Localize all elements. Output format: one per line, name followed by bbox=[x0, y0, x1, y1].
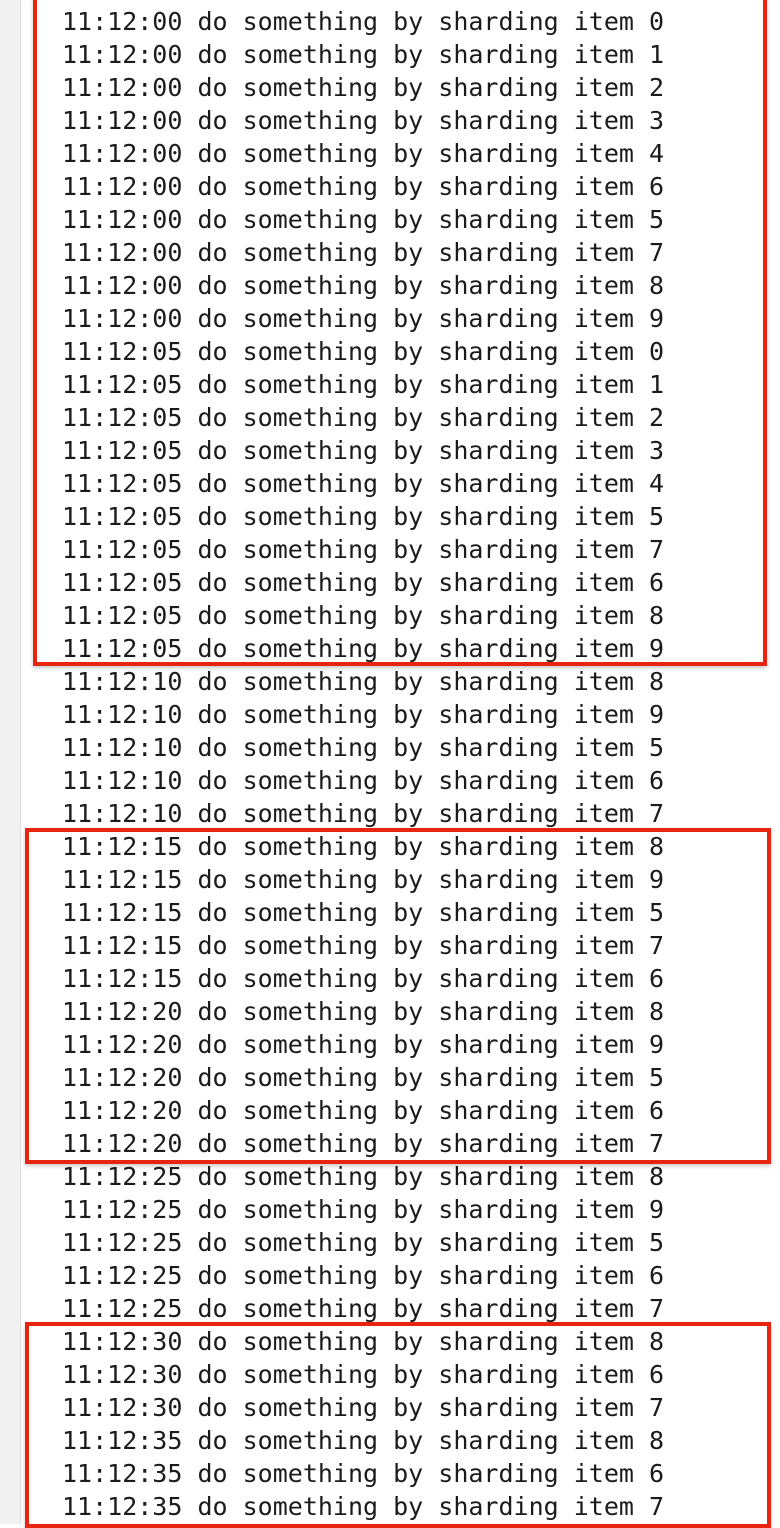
log-line: 11:12:00 do something by sharding item 8 bbox=[62, 271, 665, 300]
log-line: 11:12:10 do something by sharding item 6 bbox=[62, 766, 665, 795]
log-line: 11:12:00 do something by sharding item 0 bbox=[62, 7, 665, 36]
log-line: 11:12:10 do something by sharding item 8 bbox=[62, 667, 665, 696]
log-line: 11:12:00 do something by sharding item 1 bbox=[62, 40, 665, 69]
log-output-pane[interactable]: 11:12:00 do something by sharding item 0… bbox=[21, 0, 780, 1524]
log-line: 11:12:05 do something by sharding item 9 bbox=[62, 634, 665, 663]
log-line: 11:12:05 do something by sharding item 7 bbox=[62, 535, 665, 564]
log-line: 11:12:25 do something by sharding item 7 bbox=[62, 1294, 665, 1323]
log-line: 11:12:15 do something by sharding item 9 bbox=[62, 865, 665, 894]
log-line: 11:12:20 do something by sharding item 5 bbox=[62, 1063, 665, 1092]
log-line: 11:12:15 do something by sharding item 5 bbox=[62, 898, 665, 927]
log-line: 11:12:00 do something by sharding item 9 bbox=[62, 304, 665, 333]
log-line: 11:12:15 do something by sharding item 6 bbox=[62, 964, 665, 993]
log-line: 11:12:10 do something by sharding item 5 bbox=[62, 733, 665, 762]
log-line: 11:12:05 do something by sharding item 3 bbox=[62, 436, 665, 465]
log-line: 11:12:15 do something by sharding item 7 bbox=[62, 931, 665, 960]
log-line: 11:12:05 do something by sharding item 1 bbox=[62, 370, 665, 399]
log-line: 11:12:20 do something by sharding item 7 bbox=[62, 1129, 665, 1158]
log-line: 11:12:20 do something by sharding item 6 bbox=[62, 1096, 665, 1125]
log-line: 11:12:30 do something by sharding item 8 bbox=[62, 1327, 665, 1356]
log-line: 11:12:00 do something by sharding item 2 bbox=[62, 73, 665, 102]
log-line: 11:12:35 do something by sharding item 6 bbox=[62, 1459, 665, 1488]
log-line: 11:12:25 do something by sharding item 5 bbox=[62, 1228, 665, 1257]
log-line: 11:12:30 do something by sharding item 6 bbox=[62, 1360, 665, 1389]
log-line: 11:12:00 do something by sharding item 5 bbox=[62, 205, 665, 234]
log-line: 11:12:25 do something by sharding item 8 bbox=[62, 1162, 665, 1191]
log-line: 11:12:00 do something by sharding item 4 bbox=[62, 139, 665, 168]
log-line: 11:12:05 do something by sharding item 2 bbox=[62, 403, 665, 432]
log-line: 11:12:05 do something by sharding item 8 bbox=[62, 601, 665, 630]
log-line: 11:12:05 do something by sharding item 6 bbox=[62, 568, 665, 597]
log-line: 11:12:25 do something by sharding item 6 bbox=[62, 1261, 665, 1290]
log-line: 11:12:05 do something by sharding item 4 bbox=[62, 469, 665, 498]
log-line: 11:12:00 do something by sharding item 6 bbox=[62, 172, 665, 201]
log-line: 11:12:05 do something by sharding item 0 bbox=[62, 337, 665, 366]
log-line: 11:12:20 do something by sharding item 9 bbox=[62, 1030, 665, 1059]
log-line: 11:12:00 do something by sharding item 7 bbox=[62, 238, 665, 267]
log-line: 11:12:35 do something by sharding item 7 bbox=[62, 1492, 665, 1521]
log-line: 11:12:00 do something by sharding item 3 bbox=[62, 106, 665, 135]
log-line: 11:12:20 do something by sharding item 8 bbox=[62, 997, 665, 1026]
log-gutter bbox=[0, 0, 21, 1524]
log-line: 11:12:10 do something by sharding item 7 bbox=[62, 799, 665, 828]
log-line: 11:12:25 do something by sharding item 9 bbox=[62, 1195, 665, 1224]
log-line: 11:12:30 do something by sharding item 7 bbox=[62, 1393, 665, 1422]
log-line: 11:12:10 do something by sharding item 9 bbox=[62, 700, 665, 729]
log-line: 11:12:35 do something by sharding item 8 bbox=[62, 1426, 665, 1455]
log-line: 11:12:05 do something by sharding item 5 bbox=[62, 502, 665, 531]
log-line: 11:12:15 do something by sharding item 8 bbox=[62, 832, 665, 861]
log-viewport: 11:12:00 do something by sharding item 0… bbox=[0, 0, 780, 1528]
